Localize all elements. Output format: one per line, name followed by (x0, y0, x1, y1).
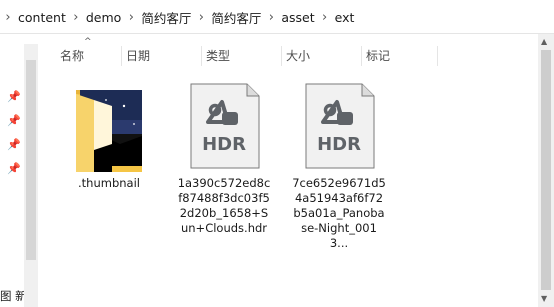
file-item-hdr[interactable]: HDR 7ce652e9671d54a51943af6f72b5a01a_Pan… (284, 80, 394, 251)
column-header-tags[interactable]: 标记 (362, 42, 438, 70)
file-item-thumbnail-folder[interactable]: .thumbnail (54, 80, 164, 191)
hdr-badge: HDR (202, 134, 246, 155)
pin-icon[interactable]: 📌 (7, 114, 21, 127)
address-bar[interactable]: › content › demo › 简约客厅 › 简约客厅 › asset ›… (0, 0, 554, 34)
breadcrumb-item-ext[interactable]: ext (333, 10, 357, 25)
column-header-date[interactable]: 日期 (122, 42, 202, 70)
breadcrumb-item-living-room-2[interactable]: 简约客厅 (209, 8, 263, 27)
pin-icon[interactable]: 📌 (7, 90, 21, 103)
chevron-right-icon[interactable]: › (263, 10, 279, 25)
column-header-size[interactable]: 大小 (282, 42, 362, 70)
vertical-scrollbar[interactable]: ▲ ▼ (538, 34, 554, 307)
file-item-hdr[interactable]: HDR 1a390c572ed8cf87488f3dc03f52d20b_165… (169, 80, 279, 236)
hdr-file-icon: HDR (284, 80, 394, 172)
file-name-label: 1a390c572ed8cf87488f3dc03f52d20b_1658+Su… (177, 176, 271, 235)
column-header-name[interactable]: 名称 (56, 42, 122, 70)
breadcrumb-item-demo[interactable]: demo (84, 10, 123, 25)
column-header-type[interactable]: 类型 (202, 42, 282, 70)
breadcrumb: › content › demo › 简约客厅 › 简约客厅 › asset ›… (0, 8, 356, 26)
breadcrumb-item-living-room-1[interactable]: 简约客厅 (139, 8, 193, 27)
pin-icon[interactable]: 📌 (7, 162, 21, 175)
file-name-label: .thumbnail (78, 176, 140, 190)
chevron-right-icon[interactable]: › (193, 10, 209, 25)
folder-with-image-icon (54, 80, 164, 172)
column-headers: 名称 日期 类型 大小 标记 (56, 42, 438, 70)
scroll-down-arrow-icon[interactable]: ▼ (541, 294, 547, 303)
scrollbar-thumb[interactable] (26, 60, 36, 260)
scrollbar-thumb[interactable] (541, 50, 551, 290)
breadcrumb-item-asset[interactable]: asset (279, 10, 316, 25)
chevron-right-icon[interactable]: › (68, 10, 84, 25)
navigation-pane-scrollbar[interactable] (24, 44, 38, 307)
nav-item-label[interactable]: 图 新 (0, 288, 27, 304)
chevron-right-icon[interactable]: › (0, 10, 16, 25)
breadcrumb-item-content[interactable]: content (16, 10, 68, 25)
pin-icon[interactable]: 📌 (7, 138, 21, 151)
scroll-up-arrow-icon[interactable]: ▲ (541, 37, 547, 46)
file-name-label: 7ce652e9671d54a51943af6f72b5a01a_Panobas… (292, 176, 386, 250)
chevron-right-icon[interactable]: › (317, 10, 333, 25)
hdr-file-icon: HDR (169, 80, 279, 172)
hdr-badge: HDR (317, 134, 361, 155)
chevron-right-icon[interactable]: › (123, 10, 139, 25)
